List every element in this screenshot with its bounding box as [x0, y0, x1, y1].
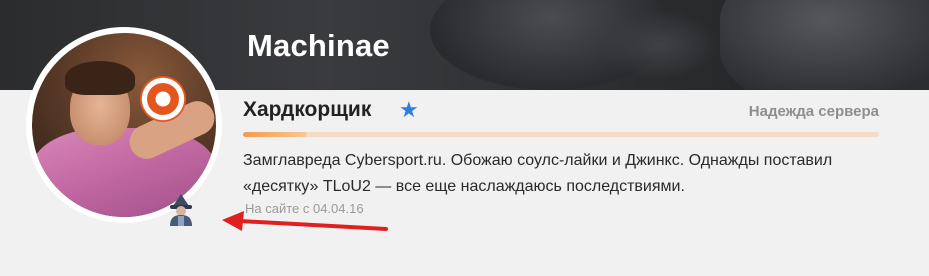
hacker-badge-icon[interactable] [164, 189, 198, 229]
rank-progress-bar [243, 132, 879, 137]
avatar-photo-part [65, 61, 135, 95]
rank-title[interactable]: Надежда сервера [749, 103, 879, 120]
avatar-photo-part [140, 76, 186, 122]
banner-decoration [600, 10, 720, 80]
bio-line: Замглавреда Cybersport.ru. Обожаю соулс-… [243, 152, 833, 169]
profile-bio: Замглавреда Cybersport.ru. Обожаю соулс-… [243, 148, 883, 200]
banner-decoration [720, 0, 929, 90]
profile-info-card: Хардкорщик ★ Надежда сервера Замглавреда… [243, 96, 883, 216]
bio-line: «десятку» TLoU2 — все еще наслаждаюсь по… [243, 178, 685, 195]
rank-progress-fill [243, 132, 307, 137]
rank-row: Хардкорщик ★ Надежда сервера [243, 96, 883, 128]
username-heading: Machinae [247, 28, 390, 63]
red-arrow-annotation [222, 211, 388, 231]
star-icon[interactable]: ★ [399, 98, 419, 122]
rank-name: Хардкорщик [243, 98, 372, 121]
